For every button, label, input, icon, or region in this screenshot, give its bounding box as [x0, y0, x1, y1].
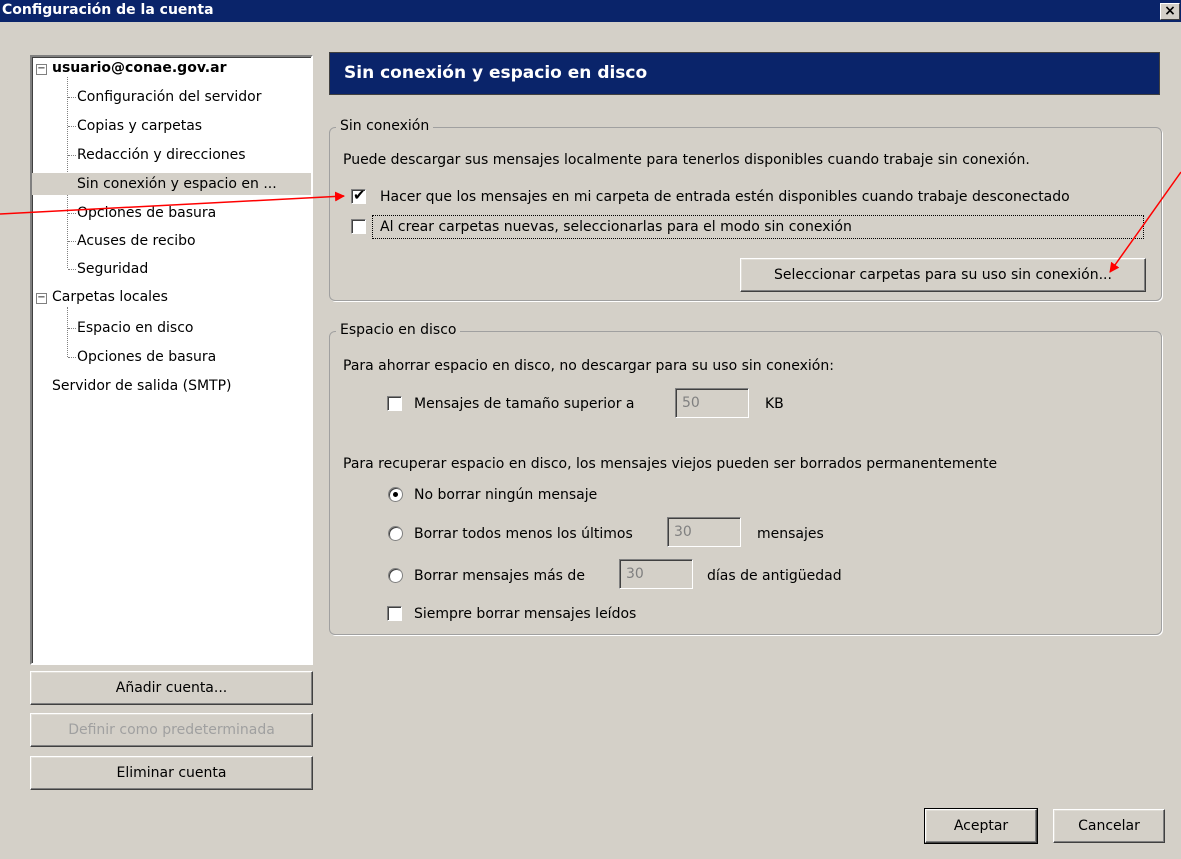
- tree-item-junk-options[interactable]: Opciones de basura: [77, 202, 216, 224]
- tree-connector: [68, 357, 76, 358]
- size-limit-checkbox[interactable]: [387, 396, 402, 411]
- offline-group-legend: Sin conexión: [336, 118, 434, 134]
- size-limit-unit: KB: [765, 396, 784, 412]
- cancel-button[interactable]: Cancelar: [1053, 809, 1165, 843]
- disk-space-group: [329, 331, 1162, 635]
- size-limit-label[interactable]: Mensajes de tamaño superior a: [414, 395, 634, 413]
- tree-item-offline-disk-space[interactable]: Sin conexión y espacio en ...: [32, 173, 311, 195]
- inbox-offline-checkbox[interactable]: ✔: [351, 186, 366, 204]
- tree-item-composition[interactable]: Redacción y direcciones: [77, 144, 246, 166]
- disk-space-group-legend: Espacio en disco: [336, 322, 461, 338]
- tree-connector: [68, 97, 76, 98]
- tree-item-copies-folders[interactable]: Copias y carpetas: [77, 115, 202, 137]
- tree-connector: [68, 328, 76, 329]
- close-button[interactable]: ×: [1160, 3, 1180, 20]
- tree-item-return-receipts[interactable]: Acuses de recibo: [77, 230, 196, 252]
- set-default-button[interactable]: Definir como predeterminada: [30, 713, 313, 747]
- keep-all-label[interactable]: No borrar ningún mensaje: [414, 486, 597, 504]
- new-folders-offline-label[interactable]: Al crear carpetas nuevas, seleccionarlas…: [380, 218, 852, 236]
- delete-read-label[interactable]: Siempre borrar mensajes leídos: [414, 605, 636, 623]
- collapse-icon[interactable]: −: [36, 293, 47, 304]
- account-settings-dialog: Configuración de la cuenta × − usuario@c…: [0, 0, 1181, 859]
- offline-description: Puede descargar sus mensajes localmente …: [343, 152, 1030, 168]
- set-default-label: Definir como predeterminada: [68, 722, 275, 738]
- keep-last-unit: mensajes: [757, 526, 824, 542]
- radio-selected-dot: [393, 492, 398, 497]
- ok-label: Aceptar: [953, 818, 1009, 834]
- older-than-label[interactable]: Borrar mensajes más de: [414, 567, 585, 585]
- older-than-radio[interactable]: [388, 568, 403, 583]
- new-folders-offline-checkbox[interactable]: [351, 219, 366, 234]
- select-offline-folders-label: Seleccionar carpetas para su uso sin con…: [774, 267, 1112, 283]
- add-account-label: Añadir cuenta...: [115, 680, 228, 696]
- panel-header: Sin conexión y espacio en disco: [329, 52, 1160, 95]
- tree-connector: [68, 126, 76, 127]
- older-than-input[interactable]: 30: [619, 559, 693, 589]
- keep-last-input[interactable]: 30: [667, 517, 741, 547]
- keep-all-radio[interactable]: [388, 487, 403, 502]
- window-title: Configuración de la cuenta: [2, 2, 214, 18]
- select-offline-folders-button[interactable]: Seleccionar carpetas para su uso sin con…: [740, 258, 1146, 292]
- cancel-label: Cancelar: [1078, 818, 1140, 834]
- remove-account-label: Eliminar cuenta: [116, 765, 227, 781]
- tree-connector: [68, 269, 76, 270]
- recover-space-text: Para recuperar espacio en disco, los men…: [343, 456, 998, 472]
- tree-connector: [68, 213, 76, 214]
- tree-item-local-junk-options[interactable]: Opciones de basura: [77, 346, 216, 368]
- size-limit-input[interactable]: 50: [675, 388, 749, 418]
- tree-item-security[interactable]: Seguridad: [77, 258, 148, 280]
- remove-account-button[interactable]: Eliminar cuenta: [30, 756, 313, 790]
- tree-connector: [68, 155, 76, 156]
- checkmark-icon: ✔: [353, 186, 366, 204]
- ok-button[interactable]: Aceptar: [924, 808, 1038, 844]
- older-than-unit: días de antigüedad: [707, 568, 842, 584]
- tree-account-local-folders[interactable]: Carpetas locales: [52, 286, 168, 308]
- account-tree: − usuario@conae.gov.ar Configuración del…: [30, 55, 313, 665]
- tree-connector: [68, 241, 76, 242]
- tree-item-server-settings[interactable]: Configuración del servidor: [77, 86, 262, 108]
- keep-last-label[interactable]: Borrar todos menos los últimos: [414, 525, 633, 543]
- inbox-offline-label[interactable]: Hacer que los mensajes en mi carpeta de …: [380, 188, 1070, 206]
- tree-item-smtp-server[interactable]: Servidor de salida (SMTP): [52, 375, 232, 397]
- tree-connector: [67, 307, 68, 357]
- save-space-text: Para ahorrar espacio en disco, no descar…: [343, 358, 834, 374]
- title-bar: Configuración de la cuenta ×: [0, 0, 1181, 22]
- keep-last-radio[interactable]: [388, 526, 403, 541]
- add-account-button[interactable]: Añadir cuenta...: [30, 671, 313, 705]
- tree-item-disk-space[interactable]: Espacio en disco: [77, 317, 193, 339]
- collapse-icon[interactable]: −: [36, 64, 47, 75]
- delete-read-checkbox[interactable]: [387, 606, 402, 621]
- tree-account-conae[interactable]: usuario@conae.gov.ar: [52, 57, 226, 79]
- panel-title: Sin conexión y espacio en disco: [344, 63, 648, 83]
